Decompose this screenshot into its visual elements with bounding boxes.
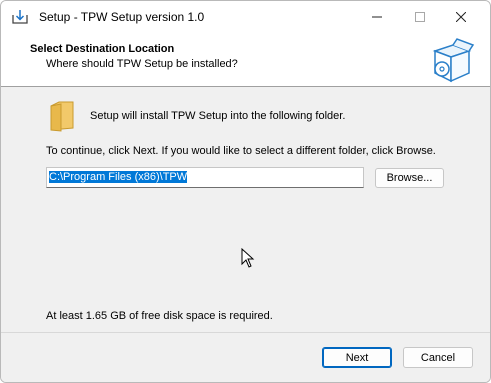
cancel-button[interactable]: Cancel <box>403 347 473 368</box>
close-icon <box>456 12 466 22</box>
setup-window: Setup - TPW Setup version 1.0 Select Des… <box>0 0 491 383</box>
wizard-content: Setup will install TPW Setup into the fo… <box>1 88 490 332</box>
wizard-footer: Next Cancel <box>1 332 490 382</box>
browse-button[interactable]: Browse... <box>375 168 444 188</box>
installer-icon <box>12 10 28 24</box>
close-button[interactable] <box>441 1 481 33</box>
folder-icon <box>50 101 74 132</box>
setup-box-icon <box>432 38 475 83</box>
next-button[interactable]: Next <box>322 347 392 368</box>
minimize-icon <box>372 16 382 18</box>
disk-space-note: At least 1.65 GB of free disk space is r… <box>46 310 273 322</box>
instruction-text: To continue, click Next. If you would li… <box>46 145 436 157</box>
maximize-button[interactable] <box>400 1 440 33</box>
mouse-cursor-icon <box>241 248 255 268</box>
page-subtitle: Where should TPW Setup be installed? <box>46 58 238 70</box>
destination-path-input[interactable]: C:\Program Files (x86)\TPW <box>46 167 364 188</box>
minimize-button[interactable] <box>357 1 397 33</box>
wizard-header: Select Destination Location Where should… <box>1 33 490 87</box>
selected-path-text: C:\Program Files (x86)\TPW <box>49 171 188 183</box>
window-title: Setup - TPW Setup version 1.0 <box>39 10 205 24</box>
title-bar[interactable]: Setup - TPW Setup version 1.0 <box>1 1 490 33</box>
page-title: Select Destination Location <box>30 43 175 55</box>
install-intro-text: Setup will install TPW Setup into the fo… <box>90 110 346 122</box>
maximize-icon <box>415 12 425 22</box>
